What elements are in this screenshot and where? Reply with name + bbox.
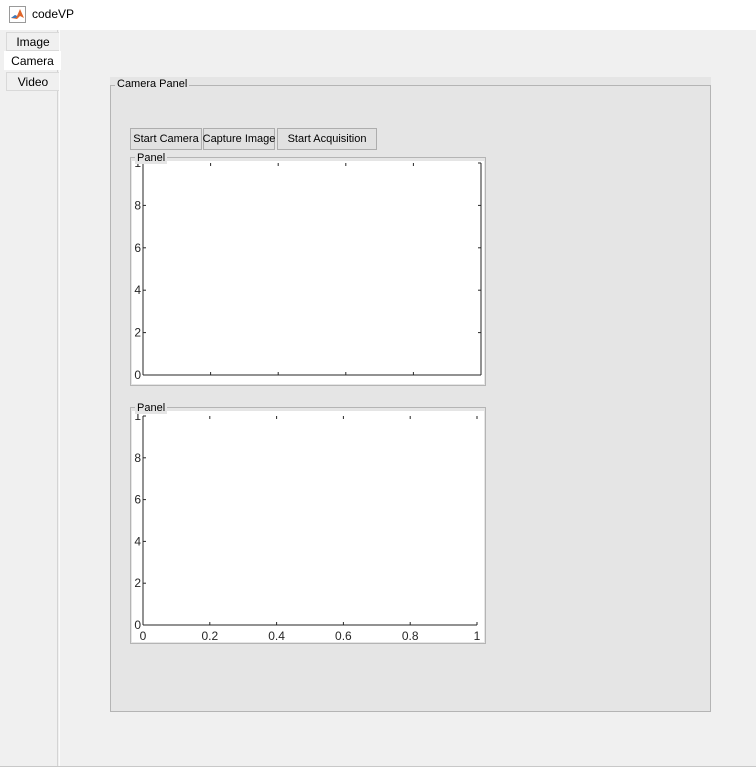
window-title: codeVP (32, 7, 75, 21)
x-tick-label: 0.4 (268, 629, 285, 643)
preview-axes-2[interactable]: 1 8 6 4 2 0 0 0.2 0.4 0.6 0.8 1 (132, 409, 484, 643)
app-window: codeVP Image Camera Video Camera Panel S… (0, 0, 756, 770)
y-tick-label: 4 (134, 534, 141, 548)
window-bottom-edge (0, 766, 756, 770)
y-tick-label: 2 (134, 326, 141, 340)
y-tick-label: 2 (134, 576, 141, 590)
y-tick-label: 0 (134, 368, 141, 382)
preview-panel-2-title: Panel (135, 402, 168, 414)
tab-strip: Image Camera Video (2, 30, 61, 766)
x-tick-label: 1 (474, 629, 481, 643)
x-tick-label: 0.2 (201, 629, 218, 643)
matlab-logo-icon (9, 6, 26, 23)
start-acquisition-button[interactable]: Start Acquisition (277, 128, 377, 150)
tab-image[interactable]: Image (6, 32, 59, 51)
preview-axes-1-plot: 186420 (134, 156, 482, 382)
x-tick-label: 0 (140, 629, 147, 643)
camera-panel-title: Camera Panel (115, 78, 190, 90)
x-tick-label: 0.6 (335, 629, 352, 643)
capture-image-button[interactable]: Capture Image (203, 128, 275, 150)
x-tick-label: 0.8 (402, 629, 419, 643)
y-tick-label: 8 (134, 198, 141, 212)
preview-axes-1[interactable]: 186420 (132, 156, 484, 384)
preview-panel-1-title: Panel (135, 152, 168, 164)
y-tick-label: 6 (134, 241, 141, 255)
y-tick-label: 6 (134, 493, 141, 507)
start-camera-button[interactable]: Start Camera (130, 128, 202, 150)
preview-axes-2-plot: 1864200 0.2 0.4 0.6 0.8 1 (134, 409, 481, 643)
preview-panel-1: 186420 Panel (130, 152, 486, 386)
tab-video[interactable]: Video (6, 72, 59, 91)
y-tick-label: 8 (134, 451, 141, 465)
tab-camera[interactable]: Camera (4, 51, 61, 70)
title-bar: codeVP (0, 0, 756, 30)
preview-panel-2: 1 8 6 4 2 0 0 0.2 0.4 0.6 0.8 1 Panel (130, 402, 486, 644)
y-tick-label: 4 (134, 283, 141, 297)
